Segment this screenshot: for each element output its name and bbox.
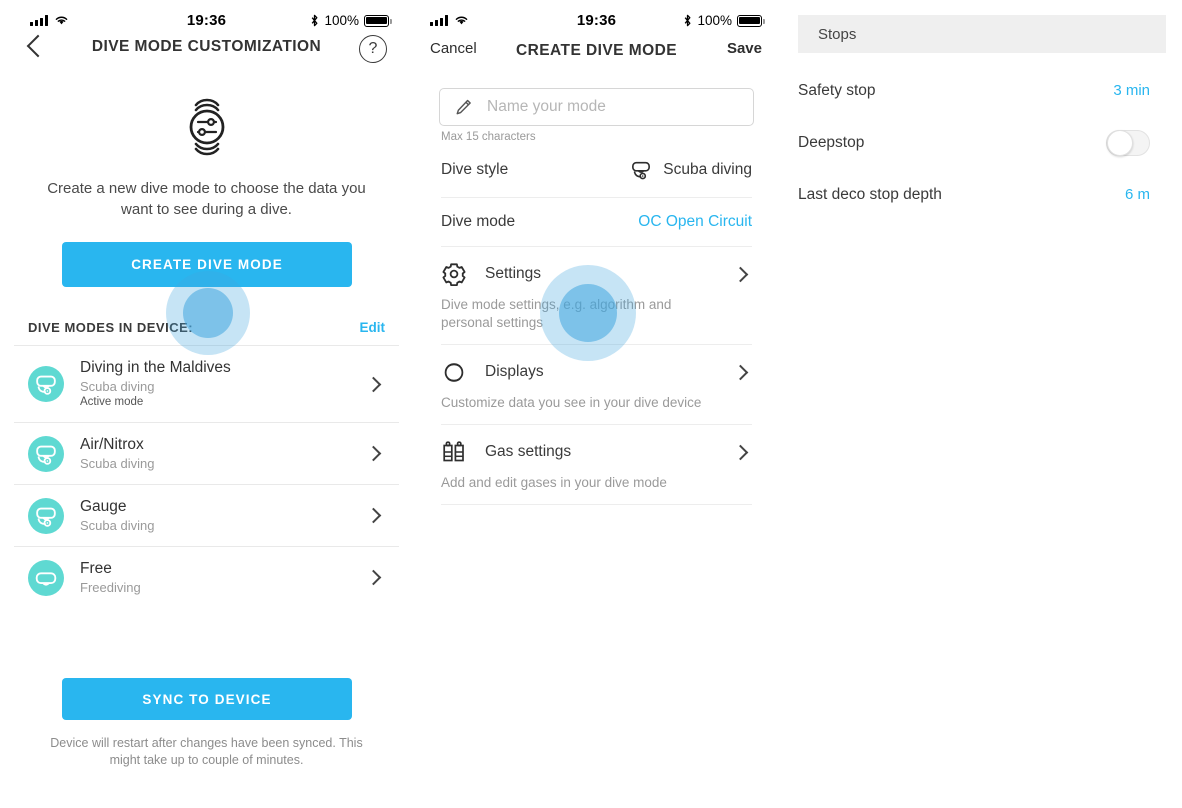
list-item-text: Gauge Scuba diving — [80, 497, 352, 534]
list-fade-overlay — [14, 658, 399, 670]
mode-title: Air/Nitrox — [80, 436, 144, 453]
gas-settings-title: Gas settings — [485, 443, 572, 460]
left-nav-bar: DIVE MODE CUSTOMIZATION ? — [0, 34, 413, 74]
scuba-mask-regulator-icon — [28, 435, 64, 472]
gas-settings-group-header: Gas settings — [441, 439, 752, 465]
scuba-mask-regulator-icon — [632, 161, 651, 180]
mode-style: Scuba diving — [80, 456, 155, 471]
sync-note: Device will restart after changes have b… — [50, 736, 363, 767]
scuba-mask-regulator-icon — [28, 497, 64, 534]
mode-title: Gauge — [80, 498, 127, 515]
dive-mode-label: Dive mode — [441, 213, 516, 230]
page-title: DIVE MODE CUSTOMIZATION — [91, 38, 322, 55]
page-title: CREATE DIVE MODE — [515, 42, 678, 59]
save-label: Save — [726, 40, 762, 57]
dive-style-row[interactable]: Dive style Scuba diving — [441, 143, 752, 198]
pencil-icon — [456, 99, 471, 114]
question-mark-icon: ? — [359, 35, 387, 63]
settings-group[interactable]: Settings Dive mode settings, e.g. algori… — [441, 247, 752, 345]
bluetooth-icon — [685, 14, 691, 27]
last-deco-stop-depth-value[interactable]: 6 m — [1125, 186, 1150, 203]
dive-mode-customization-panel: 19:36 100% DIVE MODE CUSTOMIZATION ? Cre… — [0, 0, 413, 808]
chevron-right-icon — [732, 444, 749, 460]
deepstop-toggle[interactable] — [1106, 129, 1150, 156]
hero-illustration — [0, 96, 413, 158]
chevron-right-icon — [365, 445, 382, 462]
list-item-text: Free Freediving — [80, 559, 352, 596]
gas-settings-group[interactable]: Gas settings Add and edit gases in your … — [441, 425, 752, 505]
safety-stop-value[interactable]: 3 min — [1113, 82, 1150, 99]
dive-watch-settings-icon — [189, 98, 224, 156]
dive-style-value-group: Scuba diving — [629, 158, 752, 182]
watch-icon — [444, 363, 464, 382]
freedive-mask-icon — [28, 559, 64, 596]
displays-title: Displays — [485, 363, 544, 380]
chevron-right-icon — [732, 364, 749, 380]
middle-nav-bar: Cancel CREATE DIVE MODE Save — [413, 38, 780, 74]
create-dive-mode-button[interactable]: CREATE DIVE MODE — [62, 242, 352, 287]
dive-modes-list: Diving in the Maldives Scuba diving Acti… — [14, 345, 399, 608]
list-item[interactable]: Diving in the Maldives Scuba diving Acti… — [14, 345, 399, 422]
dive-style-label: Dive style — [441, 161, 509, 178]
mode-style: Scuba diving — [80, 518, 155, 533]
mode-name-field[interactable] — [439, 88, 754, 126]
status-bar-right-icons: 100% — [683, 13, 765, 28]
deepstop-label: Deepstop — [798, 133, 865, 151]
battery-icon — [364, 14, 392, 27]
deepstop-row[interactable]: Deepstop — [798, 105, 1150, 157]
sync-to-device-button[interactable]: SYNC TO DEVICE — [62, 678, 352, 720]
mode-title: Free — [80, 560, 112, 577]
dive-mode-value[interactable]: OC Open Circuit — [638, 213, 752, 231]
mode-style: Scuba diving — [80, 379, 155, 394]
chevron-right-icon — [732, 266, 749, 282]
last-deco-stop-depth-label: Last deco stop depth — [798, 185, 942, 203]
dive-modes-section-header: DIVE MODES IN DEVICE: Edit — [28, 320, 385, 335]
settings-description: Dive mode settings, e.g. algorithm and p… — [441, 297, 672, 330]
chevron-right-icon — [365, 507, 382, 524]
stops-section-header: Stops — [798, 15, 1166, 53]
battery-percent-label: 100% — [697, 13, 732, 28]
displays-description: Customize data you see in your dive devi… — [441, 395, 702, 410]
gas-settings-description: Add and edit gases in your dive mode — [441, 475, 667, 490]
mode-title: Diving in the Maldives — [80, 359, 231, 376]
section-title: DIVE MODES IN DEVICE: — [28, 320, 194, 335]
mode-name-input[interactable] — [485, 97, 739, 117]
last-deco-stop-depth-row[interactable]: Last deco stop depth 6 m — [798, 157, 1150, 209]
status-bar-right-icons: 100% — [310, 13, 392, 28]
settings-title: Settings — [485, 265, 542, 282]
help-button[interactable]: ? — [359, 35, 387, 63]
battery-percent-label: 100% — [324, 13, 359, 28]
safety-stop-row[interactable]: Safety stop 3 min — [798, 53, 1150, 105]
scuba-mask-regulator-icon — [28, 366, 64, 402]
settings-group-header: Settings — [441, 261, 752, 287]
bluetooth-icon — [312, 14, 318, 27]
list-item-text: Diving in the Maldives Scuba diving Acti… — [80, 358, 352, 410]
displays-group-header: Displays — [441, 359, 752, 385]
dive-style-value: Scuba diving — [663, 161, 752, 178]
mode-style: Freediving — [80, 580, 141, 595]
mode-name-note: Max 15 characters — [441, 131, 536, 143]
status-bar-middle: 19:36 100% — [413, 0, 780, 38]
stops-panel: Stops Safety stop 3 min Deepstop Last de… — [780, 0, 1182, 808]
status-bar-left: 19:36 100% — [0, 0, 413, 38]
safety-stop-label: Safety stop — [798, 81, 876, 99]
chevron-right-icon — [365, 569, 382, 586]
edit-button[interactable]: Edit — [360, 320, 386, 335]
list-item-text: Air/Nitrox Scuba diving — [80, 435, 352, 472]
chevron-right-icon — [365, 376, 382, 392]
list-item[interactable]: Free Freediving — [14, 546, 399, 608]
list-item[interactable]: Air/Nitrox Scuba diving — [14, 422, 399, 484]
hero-description: Create a new dive mode to choose the dat… — [47, 180, 366, 218]
displays-group[interactable]: Displays Customize data you see in your … — [441, 345, 752, 425]
create-dive-mode-panel: 19:36 100% Cancel CREATE DIVE MODE Save … — [413, 0, 780, 808]
toggle-knob — [1107, 129, 1133, 156]
gas-tanks-icon — [443, 441, 464, 462]
list-item[interactable]: Gauge Scuba diving — [14, 484, 399, 546]
gear-icon — [442, 263, 466, 286]
dive-mode-row[interactable]: Dive mode OC Open Circuit — [441, 198, 752, 247]
battery-icon — [737, 14, 765, 27]
save-button[interactable]: Save — [727, 40, 762, 57]
mode-state: Active mode — [80, 396, 144, 408]
